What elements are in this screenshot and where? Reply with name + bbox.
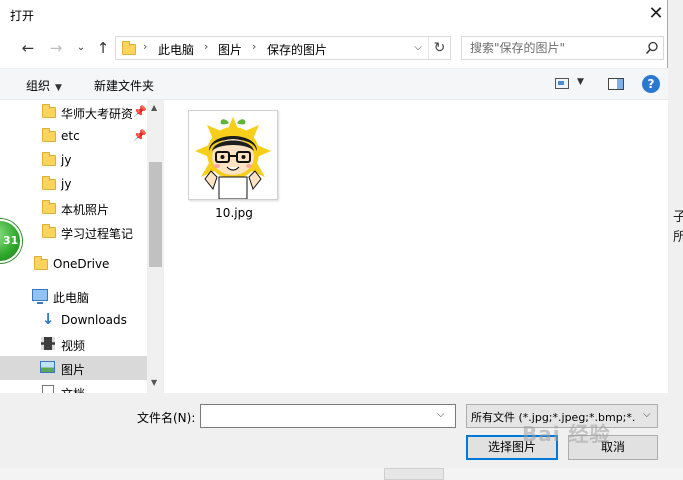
document-icon: [42, 385, 54, 393]
search-icon: [645, 41, 658, 55]
chevron-down-icon: ⌄: [76, 42, 86, 53]
breadcrumb-separator: ›: [143, 40, 148, 53]
change-view-icon[interactable]: [555, 78, 569, 89]
search-input[interactable]: [470, 40, 640, 56]
forward-button[interactable]: →: [45, 37, 67, 59]
sidebar-item-label: 此电脑: [53, 291, 90, 305]
new-folder-button[interactable]: 新建文件夹: [94, 77, 154, 94]
breadcrumb-this-pc[interactable]: 此电脑: [158, 41, 194, 58]
sidebar-item-label: Downloads: [61, 313, 127, 327]
file-item[interactable]: 10.jpg: [186, 108, 282, 224]
scroll-up-icon[interactable]: ▲: [151, 103, 157, 112]
computer-icon: [32, 289, 48, 304]
cancel-button[interactable]: 取消: [568, 435, 658, 460]
file-name: 10.jpg: [215, 206, 253, 220]
folder-icon: [42, 224, 56, 238]
organize-label: 组织: [26, 79, 51, 93]
folder-icon: [42, 128, 56, 142]
refresh-icon: ↻: [433, 40, 446, 56]
organize-button[interactable]: 组织 ▼: [26, 77, 62, 94]
sidebar-item-local-photos[interactable]: 本机照片: [0, 196, 147, 220]
help-icon[interactable]: ?: [642, 75, 660, 93]
background-thumbnail: [384, 468, 444, 480]
chevron-down-icon: ⌵: [643, 409, 651, 420]
sidebar-item-label: jy: [61, 153, 72, 167]
cartoon-avatar-image: [195, 117, 271, 199]
sidebar-item-label: etc: [61, 129, 80, 143]
sidebar-item-jy[interactable]: jy: [0, 148, 147, 172]
title-bar: 打开 ✕: [0, 0, 668, 31]
back-arrow-icon: ←: [21, 39, 35, 57]
folder-icon: [122, 41, 136, 55]
sidebar-item-pictures[interactable]: 图片: [0, 356, 147, 380]
command-toolbar: 组织 ▼ 新建文件夹 ▼ ?: [0, 68, 668, 100]
onedrive-icon: [34, 256, 48, 270]
sidebar-item-label: 视频: [61, 339, 86, 353]
sidebar-item-etc[interactable]: etc 📌: [0, 124, 147, 148]
close-button[interactable]: ✕: [644, 3, 668, 27]
file-type-value: 所有文件 (*.jpg;*.jpeg;*.bmp;*.: [471, 411, 636, 424]
preview-pane-icon[interactable]: [608, 78, 624, 90]
pictures-icon: [40, 361, 55, 373]
background-taskbar-strip: [0, 468, 683, 480]
view-options-dropdown[interactable]: ▼: [577, 77, 584, 87]
folder-icon: [42, 104, 56, 118]
sidebar-item-label: jy: [61, 177, 72, 191]
scroll-down-icon[interactable]: ▼: [151, 378, 157, 387]
forward-arrow-icon: →: [49, 39, 63, 57]
sidebar-item-label: OneDrive: [53, 257, 110, 271]
sidebar-item-huashida[interactable]: 华师大考研资 📌: [0, 100, 147, 124]
scrollbar-thumb[interactable]: [149, 162, 162, 267]
dialog-footer: 文件名(N): ⌵ 所有文件 (*.jpg;*.jpeg;*.bmp;*. ⌵ …: [0, 393, 668, 468]
chevron-down-icon[interactable]: ⌵: [437, 409, 445, 420]
sidebar-item-label: 图片: [61, 363, 86, 377]
filename-field[interactable]: [205, 408, 430, 424]
sidebar-item-label: 学习过程笔记: [61, 227, 134, 241]
navigation-pane[interactable]: 华师大考研资 📌 etc 📌 jy jy 本机照片 学习过程笔记 OneDriv…: [0, 100, 164, 393]
search-box[interactable]: [461, 36, 664, 60]
close-icon: ✕: [648, 3, 664, 24]
breadcrumb-separator: ›: [204, 40, 209, 53]
open-button[interactable]: 选择图片: [466, 435, 558, 460]
sidebar-item-jy-2[interactable]: jy: [0, 172, 147, 196]
filename-label: 文件名(N):: [137, 411, 196, 425]
sidebar-item-this-pc[interactable]: 此电脑: [0, 284, 147, 308]
image-thumbnail: [188, 110, 278, 200]
sidebar-item-downloads[interactable]: ↓ Downloads: [0, 308, 147, 332]
breadcrumb-saved-pictures[interactable]: 保存的图片: [267, 41, 327, 58]
sidebar-item-label: 华师大考研资: [61, 107, 134, 121]
sidebar-item-videos[interactable]: 视频: [0, 332, 147, 356]
breadcrumb-separator: ›: [252, 40, 257, 53]
breadcrumb-pictures[interactable]: 图片: [218, 41, 242, 58]
open-file-dialog: 打开 ✕ ← → ⌄ ↑ › 此电脑 › 图片 › 保存的图片 ⌵ ↻ 组织 ▼ …: [0, 0, 668, 468]
sidebar-item-onedrive[interactable]: OneDrive: [0, 252, 147, 276]
back-button[interactable]: ←: [17, 37, 39, 59]
badge-count: 31: [3, 234, 19, 247]
folder-icon: [42, 152, 56, 166]
caret-down-icon: ▼: [55, 83, 62, 93]
video-icon: [41, 337, 55, 350]
sidebar-item-label: 本机照片: [61, 203, 110, 217]
recent-locations-button[interactable]: ⌄: [70, 37, 92, 59]
file-list[interactable]: 10.jpg: [164, 100, 668, 393]
pin-icon: 📌: [133, 129, 147, 142]
filename-combobox[interactable]: ⌵: [200, 404, 456, 428]
background-text: 子 所: [673, 210, 683, 245]
pin-icon: 📌: [133, 105, 147, 118]
up-arrow-icon: ↑: [96, 39, 110, 57]
navigation-scrollbar[interactable]: ▲ ▼: [147, 100, 164, 393]
folder-icon: [42, 176, 56, 190]
folder-icon: [42, 200, 56, 214]
dialog-title: 打开: [10, 9, 35, 23]
sidebar-item-documents[interactable]: 文档: [0, 380, 147, 393]
up-button[interactable]: ↑: [92, 37, 114, 59]
chevron-down-icon: ⌵: [414, 42, 422, 53]
sidebar-item-label: 文档: [61, 385, 85, 393]
address-bar[interactable]: › 此电脑 › 图片 › 保存的图片 ⌵ ↻: [115, 36, 451, 60]
file-type-select[interactable]: 所有文件 (*.jpg;*.jpeg;*.bmp;*. ⌵: [466, 404, 658, 428]
sidebar-item-study-notes[interactable]: 学习过程笔记: [0, 220, 147, 244]
refresh-button[interactable]: ↻: [428, 37, 450, 59]
address-history-dropdown[interactable]: ⌵: [411, 40, 425, 56]
download-icon: ↓: [41, 310, 55, 328]
